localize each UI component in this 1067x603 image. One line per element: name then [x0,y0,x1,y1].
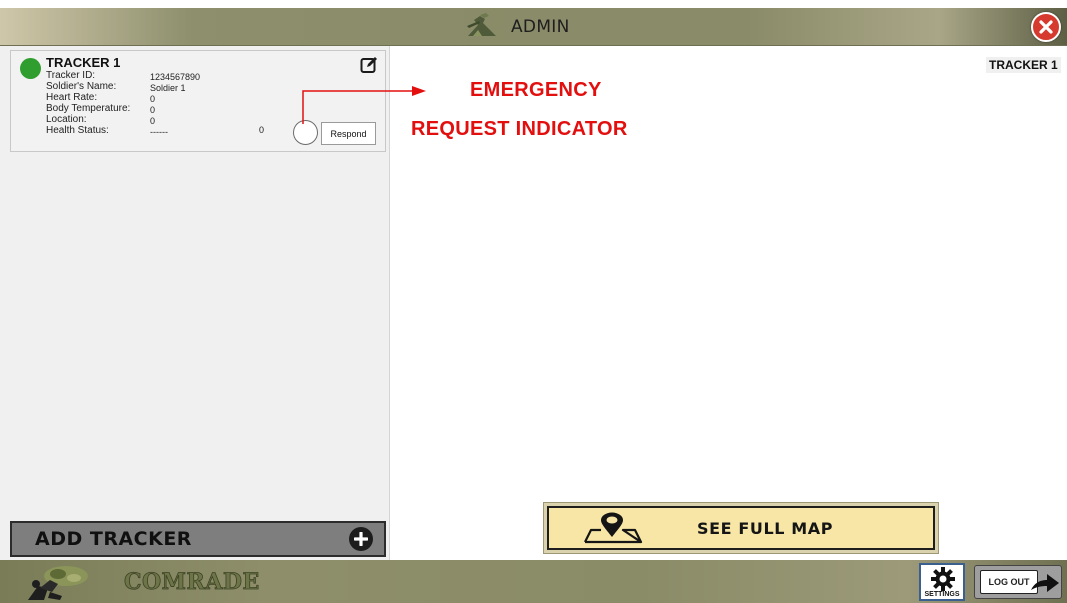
tracker-status-dot [20,58,41,79]
soldier-name-label: Soldier's Name: [46,81,117,92]
body-temperature-value: 0 [150,105,156,115]
map-pin-icon [579,512,647,551]
heart-rate-value: 0 [150,94,156,104]
close-button[interactable] [1031,12,1061,42]
annotation-label-line1: EMERGENCY [470,79,602,101]
tracker-id-value: 1234567890 [150,72,201,82]
settings-button[interactable]: SETTINGS [919,563,965,601]
heart-rate-label: Heart Rate: [46,92,98,103]
edit-icon[interactable] [360,56,378,74]
selected-tracker-tag: TRACKER 1 [986,57,1061,73]
comrade-logo-icon [22,562,102,603]
arrow-right-icon [1029,570,1061,601]
soldier-salute-icon [465,12,499,43]
page-title: ADMIN [511,17,570,37]
header-title-group: ADMIN [465,12,570,42]
map-button-label: SEE FULL MAP [697,519,834,538]
settings-label: SETTINGS [924,591,960,598]
health-status-value: ------ [150,127,168,137]
health-status-label: Health Status: [46,125,109,136]
brand-name: COMRADE [124,569,260,596]
tracker-id-label: Tracker ID: [46,70,96,81]
map-button-inner: SEE FULL MAP [547,506,935,550]
see-full-map-button[interactable]: SEE FULL MAP [543,502,939,554]
body-temperature-label: Body Temperature: [46,103,131,114]
header-bar: ADMIN [0,8,1067,46]
app-window: ADMIN TRACKER 1 Tracker ID: 1234567890 S… [0,0,1067,603]
plus-icon [349,527,373,551]
add-tracker-button[interactable]: ADD TRACKER [10,521,386,557]
location-label: Location: [46,114,87,125]
close-icon [1039,20,1053,34]
logout-button[interactable]: LOG OUT [974,565,1062,599]
annotation-label-line2: REQUEST INDICATOR [411,118,628,140]
location-value: 0 [150,116,156,126]
location-secondary-value: 0 [259,125,265,135]
footer-bar: COMRADE SETTINGS LOG OUT [0,560,1067,603]
tracker-title: TRACKER 1 [46,55,121,70]
soldier-name-value: Soldier 1 [150,83,186,93]
add-tracker-label: ADD TRACKER [35,528,192,550]
